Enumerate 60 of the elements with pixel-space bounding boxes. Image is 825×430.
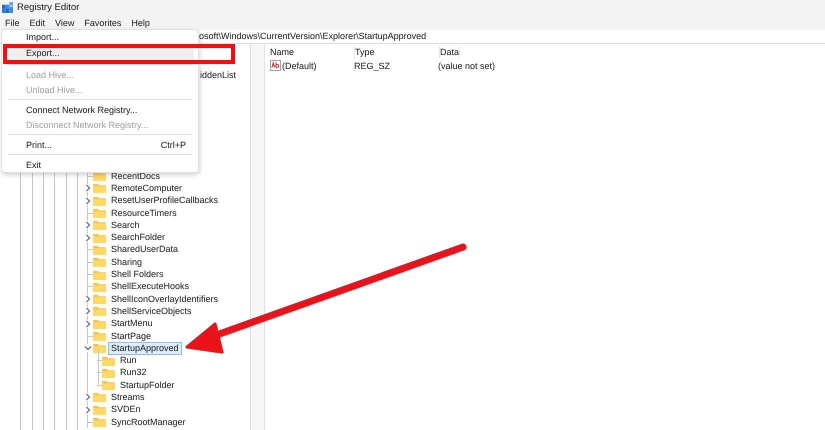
tree-item[interactable]: Shell Folders: [108, 268, 167, 282]
folder-icon: [93, 392, 106, 402]
folder-icon: [93, 257, 106, 268]
folder-icon: [93, 282, 106, 292]
tree-item[interactable]: ShellServiceObjects: [108, 304, 195, 318]
folder-icon: [93, 318, 106, 329]
value-type: REG_SZ: [354, 60, 392, 70]
menu-bar-item[interactable]: Favorites: [84, 18, 122, 28]
tree-item[interactable]: ShellExecuteHooks: [108, 280, 192, 294]
tree-item[interactable]: Run: [117, 354, 140, 368]
folder-icon: [93, 183, 106, 194]
window-title: Registry Editor: [17, 2, 80, 13]
column-header[interactable]: Name: [270, 46, 355, 59]
tree-item[interactable]: Sharing: [108, 256, 146, 269]
tree-item[interactable]: SharedUserData: [108, 243, 182, 256]
folder-icon: [93, 244, 106, 255]
menu-bar-item[interactable]: View: [55, 18, 74, 28]
tree-item[interactable]: RemoteComputer: [108, 182, 186, 195]
menu-bar-item[interactable]: Help: [131, 18, 150, 28]
folder-icon: [93, 331, 106, 341]
tree-item[interactable]: StartMenu: [108, 317, 156, 330]
tree-item[interactable]: SVDEn: [108, 403, 144, 416]
tree-item[interactable]: StartPage: [108, 330, 154, 343]
registry-icon: [2, 2, 13, 13]
tree-item[interactable]: iddenList: [200, 70, 236, 80]
tree-item[interactable]: RecentDocs: [108, 170, 164, 183]
tree-item[interactable]: ResetUserProfileCallbacks: [108, 194, 222, 208]
folder-icon: [93, 294, 106, 304]
column-header[interactable]: Type: [355, 46, 440, 59]
string-value-icon: [270, 60, 281, 71]
menu-item[interactable]: Connect Network Registry...: [6, 102, 194, 117]
tree-item[interactable]: Streams: [108, 391, 148, 404]
menu-bar-item[interactable]: Edit: [30, 18, 46, 28]
tree-item[interactable]: SyncRootManager: [108, 416, 189, 429]
folder-icon: [93, 417, 106, 428]
tree-item[interactable]: StartupApproved: [108, 342, 182, 355]
folder-icon: [93, 220, 106, 230]
tree-item[interactable]: ResourceTimers: [108, 206, 180, 220]
folder-icon: [93, 232, 106, 243]
folder-icon: [93, 208, 106, 218]
tree-item[interactable]: Run32: [117, 366, 150, 380]
folder-icon: [102, 368, 115, 378]
menu-item[interactable]: Import...: [6, 30, 194, 44]
tree-item[interactable]: StartupFolder: [117, 378, 178, 392]
folder-icon: [102, 356, 115, 366]
value-data: (value not set): [438, 60, 496, 70]
value-name: (Default): [282, 60, 317, 70]
tree-item[interactable]: SearchFolder: [108, 231, 168, 244]
menu-item[interactable]: Exit: [6, 157, 194, 172]
folder-icon: [93, 196, 106, 206]
folder-icon: [93, 404, 106, 415]
column-header[interactable]: Data: [440, 46, 460, 59]
folder-icon: [93, 306, 106, 316]
tree-item[interactable]: ShellIconOverlayIdentifiers: [108, 292, 222, 306]
tree-item[interactable]: Search: [108, 218, 143, 232]
folder-icon: [93, 270, 106, 280]
folder-icon: [93, 343, 106, 354]
menu-item[interactable]: Print... Ctrl+P: [6, 137, 194, 152]
menu-bar-item[interactable]: File: [5, 18, 20, 28]
folder-icon: [102, 380, 115, 390]
